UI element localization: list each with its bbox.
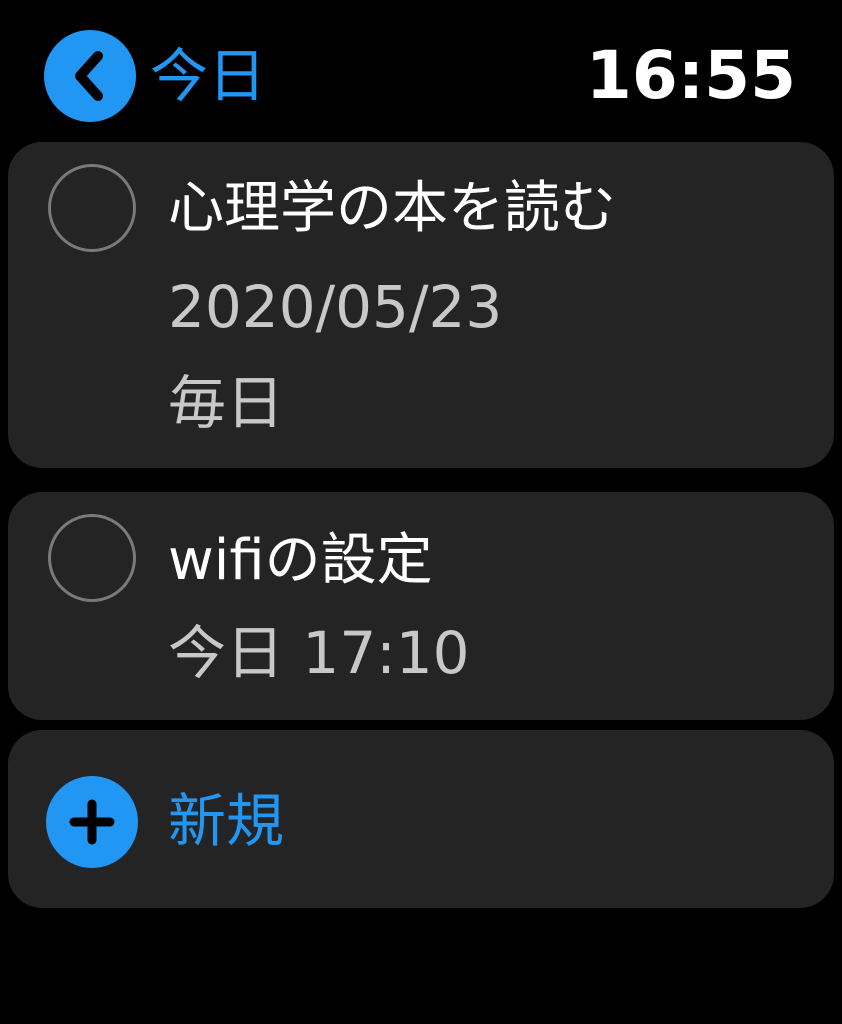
reminder-item[interactable]: 心理学の本を読む 2020/05/23 毎日 <box>8 142 834 468</box>
new-reminder-label[interactable]: 新規 <box>168 786 284 856</box>
header: 今日 16:55 <box>0 0 842 140</box>
reminder-due: 今日 17:10 <box>168 619 470 687</box>
back-button[interactable] <box>44 30 136 122</box>
reminder-title: 心理学の本を読む <box>168 176 616 241</box>
add-button[interactable] <box>46 776 138 868</box>
reminder-item[interactable]: wifiの設定 今日 17:10 <box>8 492 834 720</box>
reminder-date: 2020/05/23 <box>168 273 503 341</box>
completion-checkbox[interactable] <box>48 164 136 252</box>
chevron-left-icon <box>75 51 103 101</box>
back-label[interactable]: 今日 <box>150 40 266 112</box>
reminder-title: wifiの設定 <box>168 528 433 593</box>
reminder-repeat: 毎日 <box>168 369 285 437</box>
new-reminder-row[interactable]: 新規 <box>8 730 834 908</box>
plus-icon <box>69 799 115 845</box>
completion-checkbox[interactable] <box>48 514 136 602</box>
clock: 16:55 <box>585 37 796 114</box>
